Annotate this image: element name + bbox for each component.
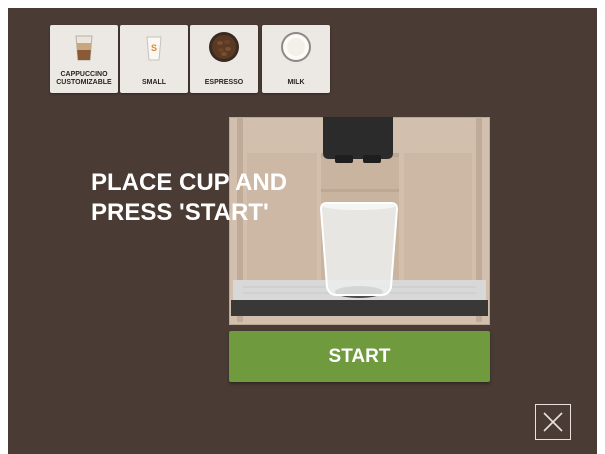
- option-label-line1: CAPPUCCINO: [60, 71, 108, 78]
- small-cup-icon: S: [146, 36, 162, 61]
- close-button[interactable]: [535, 404, 571, 440]
- option-milk[interactable]: MILK: [262, 25, 330, 93]
- cappuccino-glass-icon: [75, 35, 93, 61]
- option-espresso[interactable]: ESPRESSO: [190, 25, 258, 93]
- option-label-line1: SMALL: [141, 79, 167, 86]
- coffee-machine-screen: CAPPUCCINO CUSTOMIZABLE S SMALL ESPRESSO: [8, 8, 597, 454]
- coffee-beans-icon: [209, 32, 239, 62]
- instruction-line1: PLACE CUP AND: [91, 169, 288, 196]
- option-label-line1: MILK: [287, 79, 305, 86]
- option-label-line1: ESPRESSO: [204, 79, 244, 86]
- option-cappuccino-customizable[interactable]: CAPPUCCINO CUSTOMIZABLE: [50, 25, 118, 93]
- close-icon: [543, 412, 563, 432]
- option-label-line2: CUSTOMIZABLE: [56, 79, 112, 86]
- milk-icon: [281, 32, 311, 62]
- option-small[interactable]: S SMALL: [120, 25, 188, 93]
- instruction-line2: PRESS 'START': [91, 199, 269, 226]
- instruction-heading: PLACE CUP AND PRESS 'START': [91, 168, 287, 228]
- small-cup-badge: S: [151, 43, 157, 53]
- start-button[interactable]: START: [229, 331, 490, 382]
